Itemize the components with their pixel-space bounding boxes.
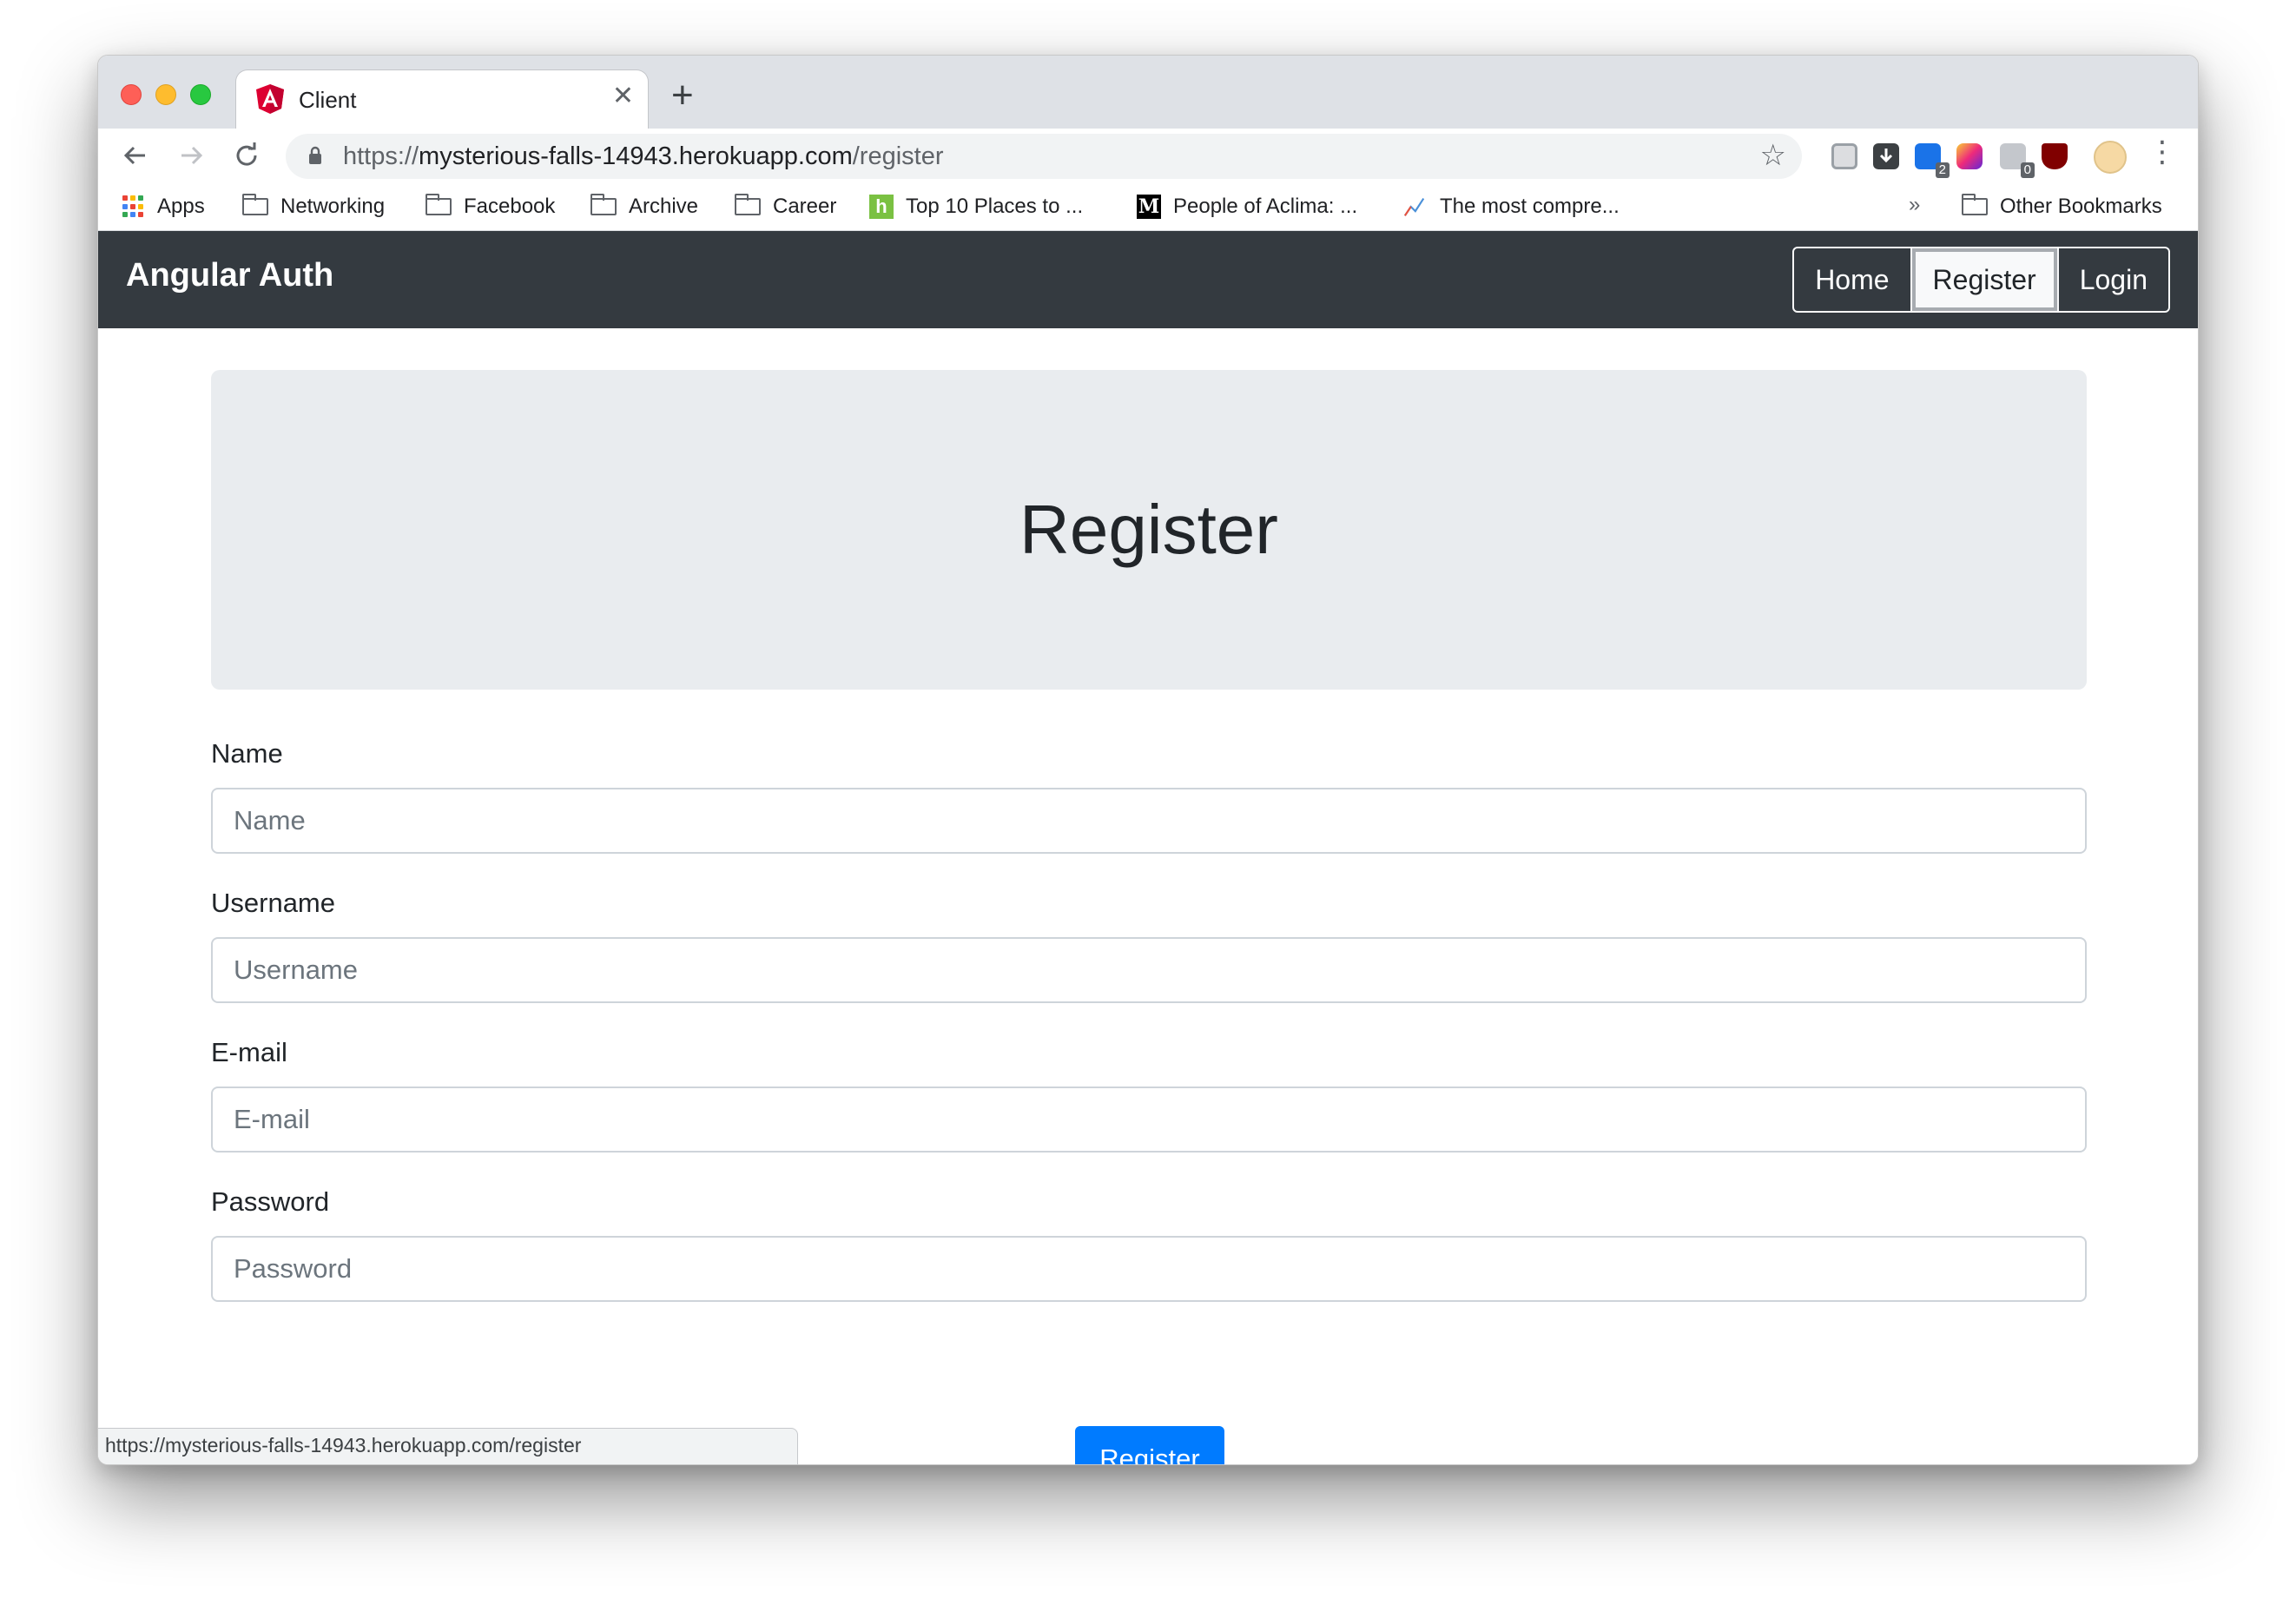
folder-icon bbox=[242, 194, 268, 215]
profile-avatar[interactable] bbox=[2094, 141, 2127, 174]
apps-grid-icon bbox=[122, 195, 145, 218]
password-field[interactable] bbox=[211, 1236, 2087, 1302]
username-field[interactable] bbox=[211, 937, 2087, 1003]
name-label: Name bbox=[211, 738, 283, 769]
register-submit-button[interactable]: Register bbox=[1075, 1426, 1224, 1464]
download-extension-icon[interactable] bbox=[1873, 143, 1899, 169]
bookmark-career[interactable]: Career bbox=[735, 193, 836, 221]
bookmarks-overflow-icon[interactable]: » bbox=[1909, 193, 1920, 217]
maximize-window-button[interactable] bbox=[190, 84, 211, 105]
medium-icon: M bbox=[1137, 195, 1161, 219]
bookmark-label: Archive bbox=[629, 195, 699, 218]
nav-login-button[interactable]: Login bbox=[2056, 248, 2168, 311]
extension-badge: 0 bbox=[2020, 162, 2035, 178]
url-scheme: https:// bbox=[343, 142, 419, 170]
s-extension-icon[interactable]: 2 bbox=[1915, 143, 1950, 178]
reload-icon bbox=[236, 142, 257, 166]
close-window-button[interactable] bbox=[121, 84, 142, 105]
bookmark-archive[interactable]: Archive bbox=[590, 193, 698, 221]
ublock-extension-icon[interactable] bbox=[2042, 143, 2068, 169]
password-label: Password bbox=[211, 1186, 330, 1217]
url-host: mysterious-falls-14943.herokuapp.com bbox=[419, 142, 853, 170]
folder-icon bbox=[735, 194, 761, 215]
arrow-left-icon bbox=[123, 146, 145, 165]
screenshot-extension-icon[interactable] bbox=[1831, 143, 1857, 169]
folder-icon bbox=[1962, 194, 1988, 215]
download-arrow-icon bbox=[1879, 149, 1893, 163]
bookmark-star-icon[interactable]: ☆ bbox=[1760, 141, 1786, 170]
bookmark-label: Apps bbox=[157, 195, 205, 218]
bookmark-people-of-aclima[interactable]: M People of Aclima: ... bbox=[1137, 193, 1357, 221]
nav-button-group: Home Register Login bbox=[1792, 247, 2170, 313]
page-viewport: Angular Auth Home Register Login Registe… bbox=[98, 231, 2198, 1464]
angular-icon bbox=[256, 84, 284, 114]
close-tab-icon[interactable]: ✕ bbox=[612, 83, 634, 109]
bookmark-label: Networking bbox=[280, 195, 386, 218]
address-bar[interactable]: https://mysterious-falls-14943.herokuapp… bbox=[286, 134, 1802, 179]
bookmark-the-most-compre[interactable]: The most compre... bbox=[1402, 193, 1620, 221]
chart-line-icon bbox=[1403, 197, 1425, 216]
status-bar: https://mysterious-falls-14943.herokuapp… bbox=[98, 1428, 798, 1464]
nav-register-button[interactable]: Register bbox=[1910, 248, 2057, 311]
back-button[interactable] bbox=[121, 141, 150, 170]
bookmark-networking[interactable]: Networking bbox=[242, 193, 385, 221]
folder-icon bbox=[590, 194, 617, 215]
navbar-brand[interactable]: Angular Auth bbox=[126, 257, 333, 294]
reload-button[interactable] bbox=[232, 141, 261, 170]
bookmark-facebook[interactable]: Facebook bbox=[426, 193, 555, 221]
bookmark-label: Career bbox=[773, 195, 837, 218]
jumbotron: Register bbox=[211, 370, 2087, 690]
bookmark-label: People of Aclima: ... bbox=[1173, 195, 1358, 218]
puzzle-extension-icon[interactable]: 0 bbox=[2000, 143, 2035, 178]
email-field[interactable] bbox=[211, 1087, 2087, 1153]
tab-title: Client bbox=[299, 87, 357, 113]
tab-client[interactable]: Client ✕ bbox=[235, 69, 649, 130]
name-field[interactable] bbox=[211, 788, 2087, 854]
browser-toolbar: https://mysterious-falls-14943.herokuapp… bbox=[98, 129, 2198, 182]
minimize-window-button[interactable] bbox=[155, 84, 176, 105]
bookmark-label: Other Bookmarks bbox=[2000, 195, 2162, 218]
bookmark-apps[interactable]: Apps bbox=[122, 193, 205, 221]
bookmark-label: The most compre... bbox=[1440, 195, 1620, 218]
app-navbar: Angular Auth Home Register Login bbox=[98, 231, 2198, 328]
page-title: Register bbox=[1019, 491, 1278, 568]
browser-window: Client ✕ + https://mysterious-falls-1494… bbox=[97, 55, 2199, 1465]
bookmark-label: Facebook bbox=[464, 195, 556, 218]
kebab-menu-icon[interactable]: ⋮ bbox=[2148, 137, 2177, 167]
nav-home-button[interactable]: Home bbox=[1794, 248, 1910, 311]
instagram-extension-icon[interactable] bbox=[1956, 143, 1983, 169]
extension-badge: 2 bbox=[1935, 162, 1950, 178]
bookmark-label: Top 10 Places to ... bbox=[906, 195, 1084, 218]
new-tab-button[interactable]: + bbox=[671, 76, 694, 115]
bookmark-other-bookmarks[interactable]: Other Bookmarks bbox=[1962, 193, 2162, 221]
tab-strip: Client ✕ + bbox=[98, 56, 2198, 130]
url-path: /register bbox=[852, 142, 944, 170]
username-label: Username bbox=[211, 888, 335, 918]
url-text: https://mysterious-falls-14943.herokuapp… bbox=[343, 142, 944, 171]
email-label: E-mail bbox=[211, 1037, 287, 1067]
forward-button[interactable] bbox=[176, 141, 206, 170]
houzz-icon: h bbox=[869, 195, 894, 219]
bookmark-top-10-places[interactable]: h Top 10 Places to ... bbox=[869, 193, 1083, 221]
folder-icon bbox=[426, 194, 452, 215]
bookmarks-bar: Apps Networking Facebook Archive Career … bbox=[98, 182, 2198, 231]
arrow-right-icon bbox=[181, 146, 203, 165]
lock-icon bbox=[309, 146, 321, 164]
